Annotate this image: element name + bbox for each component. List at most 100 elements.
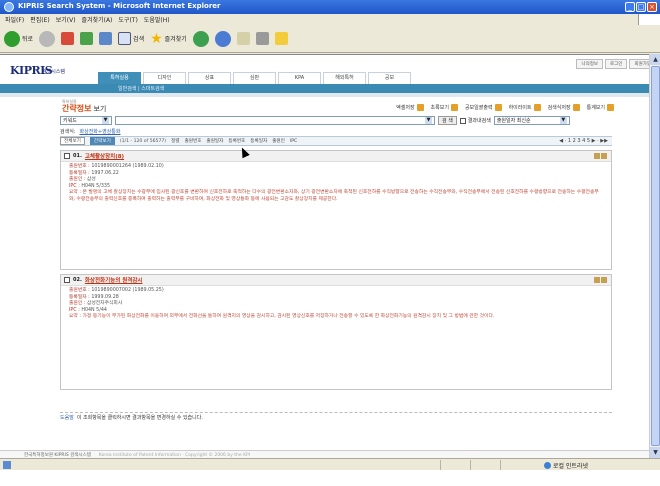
nav-tab-foreign[interactable]: 해외특허: [323, 72, 366, 84]
drawing-icon[interactable]: [601, 277, 607, 283]
result-count: (1/1 - 120 of 56577): [119, 138, 167, 144]
media-icon: [192, 30, 209, 47]
search-button-toolbar[interactable]: 검색: [118, 32, 144, 45]
menu-favorites[interactable]: 즐겨찾기(A): [82, 15, 113, 24]
menu-edit[interactable]: 편집(E): [30, 15, 50, 24]
search-expression-link[interactable]: 화상전화+영상통화: [80, 128, 121, 135]
result-checkbox[interactable]: [64, 153, 70, 159]
windows-logo: [638, 14, 660, 25]
result-number: 02.: [73, 277, 82, 283]
maximize-button[interactable]: □: [636, 2, 646, 12]
toolbar: 뒤로 검색 ★ 즐겨찾기: [0, 25, 660, 53]
nav-divider: [0, 93, 660, 97]
scroll-thumb[interactable]: [651, 66, 660, 446]
stats-icon: [607, 104, 614, 111]
media-button[interactable]: [192, 30, 209, 47]
sort-link-appno[interactable]: 출원번호: [185, 138, 202, 144]
help-tag[interactable]: 도움말: [60, 414, 74, 421]
result-abstract: 본 발명의 고체 촬상장치는 수광부에 입사된 광신호를 변환하여 신호전하로 …: [69, 190, 599, 202]
footer-copyright: Korea Institute of Patent Information · …: [98, 452, 251, 458]
view-tabs-row: 전체보기 간략보기 (1/1 - 120 of 56577) 정렬 출원번호 출…: [60, 136, 612, 146]
document-icon[interactable]: [594, 153, 600, 159]
sort-link-appdate[interactable]: 출원일자: [206, 138, 223, 144]
menu-file[interactable]: 파일(F): [5, 15, 24, 24]
sort-select[interactable]: 출원일자 최신순 ▼: [493, 116, 570, 125]
close-button[interactable]: ×: [647, 2, 657, 12]
sort-link-regdate[interactable]: 등록일자: [250, 138, 267, 144]
print-button[interactable]: [255, 32, 269, 45]
folder-icon: [274, 32, 288, 45]
nav-tab-trial[interactable]: 심판: [233, 72, 276, 84]
field-select[interactable]: 키워드 ▼: [60, 116, 112, 125]
search-icon: [118, 32, 132, 45]
chevron-down-icon: ▼: [559, 117, 567, 124]
highlight-button[interactable]: 하이라이트: [509, 104, 541, 111]
home-button[interactable]: [99, 32, 113, 45]
title-bar: KIPRIS Search System - Microsoft Interne…: [0, 0, 660, 14]
minimize-button[interactable]: _: [625, 2, 635, 12]
abstract-view-button[interactable]: 초록보기: [431, 104, 458, 111]
result-title-link[interactable]: 화상전화기능의 원격감시: [85, 276, 143, 284]
forward-button[interactable]: [39, 30, 56, 47]
nav-tab-patent[interactable]: 특허실용: [98, 72, 141, 84]
result-number: 01.: [73, 153, 82, 159]
nav-tab-gazette[interactable]: 공보: [368, 72, 411, 84]
batch-print-button[interactable]: 공보일괄출력: [465, 104, 502, 111]
util-link-myinfo[interactable]: 나의정보: [576, 59, 604, 69]
utility-links: 나의정보 로그인 회원가입: [576, 59, 656, 69]
save-query-button[interactable]: 검색식저장: [548, 104, 580, 111]
drawing-icon[interactable]: [601, 153, 607, 159]
scroll-down-arrow[interactable]: ▼: [650, 447, 660, 458]
menu-tools[interactable]: 도구(T): [118, 15, 137, 24]
menu-help[interactable]: 도움말(H): [144, 15, 170, 24]
nav-tab-design[interactable]: 디자인: [143, 72, 186, 84]
result-abstract: 가정 등기능이 부가된 화상전화를 이용하여 외부에서 전화선을 통하여 원격지…: [82, 314, 495, 320]
statistics-button[interactable]: 통계보기: [587, 104, 614, 111]
sort-label: 정렬: [171, 139, 180, 144]
history-button[interactable]: [214, 30, 231, 47]
excel-save-button[interactable]: 엑셀저장: [396, 104, 424, 111]
chevron-down-icon: ▼: [102, 117, 109, 124]
query-input[interactable]: ▼: [115, 116, 435, 125]
site-header: KIPRIS 검색시스템 나의정보 로그인 회원가입 특허실용 디자인 상표 심…: [0, 55, 660, 85]
page-status-icon: [3, 461, 11, 469]
nav-tab-kpa[interactable]: KPA: [278, 72, 321, 84]
window-title: KIPRIS Search System - Microsoft Interne…: [18, 2, 221, 10]
search-submit-button[interactable]: 검 색: [438, 116, 457, 125]
menu-view[interactable]: 보기(V): [56, 15, 76, 24]
scroll-up-arrow[interactable]: ▲: [650, 54, 660, 65]
highlight-icon: [533, 104, 541, 111]
document-icon[interactable]: [594, 277, 600, 283]
favorites-button[interactable]: ★ 즐겨찾기: [150, 31, 187, 47]
nav-tab-trademark[interactable]: 상표: [188, 72, 231, 84]
page-title: 특허실용 간략정보 보기: [62, 99, 106, 114]
stop-button[interactable]: [61, 32, 75, 45]
tab-full-view[interactable]: 전체보기: [60, 137, 85, 145]
result-body: 출원번호 : 1019890007002 (1989.05.25) 등록일자 :…: [69, 288, 495, 320]
search-expression: 검색식: 화상전화+영상통화: [60, 128, 121, 135]
back-button[interactable]: 뒤로: [4, 30, 33, 47]
sub-nav-links[interactable]: 일반검색 | 스마트검색: [118, 85, 164, 92]
result-title-link[interactable]: 고체촬상장치(8): [85, 152, 124, 160]
forward-arrow-icon: [39, 30, 56, 47]
menu-bar: 파일(F) 편집(E) 보기(V) 즐겨찾기(A) 도구(T) 도움말(H): [0, 14, 660, 25]
mail-icon: [236, 32, 250, 45]
result-checkbox[interactable]: [64, 277, 70, 283]
sort-link-regno[interactable]: 등록번호: [228, 138, 245, 144]
stop-icon: [61, 32, 75, 45]
main-nav: 특허실용 디자인 상표 심판 KPA 해외특허 공보: [98, 72, 413, 84]
pagination[interactable]: ◀ · 1 2 3 4 5 ▶ · ▶▶: [559, 138, 608, 144]
within-results-checkbox[interactable]: 결과내검색: [459, 117, 491, 124]
help-text: 이 조회항목을 클릭하시면 결과항목을 변경하실 수 있습니다.: [76, 414, 203, 421]
abstract-icon: [450, 104, 458, 111]
folder-button[interactable]: [274, 32, 288, 45]
tab-brief-view[interactable]: 간략보기: [89, 137, 115, 145]
vertical-scrollbar[interactable]: ▲ ▼: [649, 54, 660, 458]
util-link-login[interactable]: 로그인: [605, 59, 628, 69]
sort-link-applicant[interactable]: 출원인: [272, 138, 285, 144]
refresh-button[interactable]: [80, 32, 94, 45]
ie-icon: [4, 2, 14, 12]
mail-button[interactable]: [236, 32, 250, 45]
sort-link-ipc[interactable]: IPC: [290, 139, 297, 144]
status-bar: 로컬 인트라넷: [0, 458, 660, 470]
